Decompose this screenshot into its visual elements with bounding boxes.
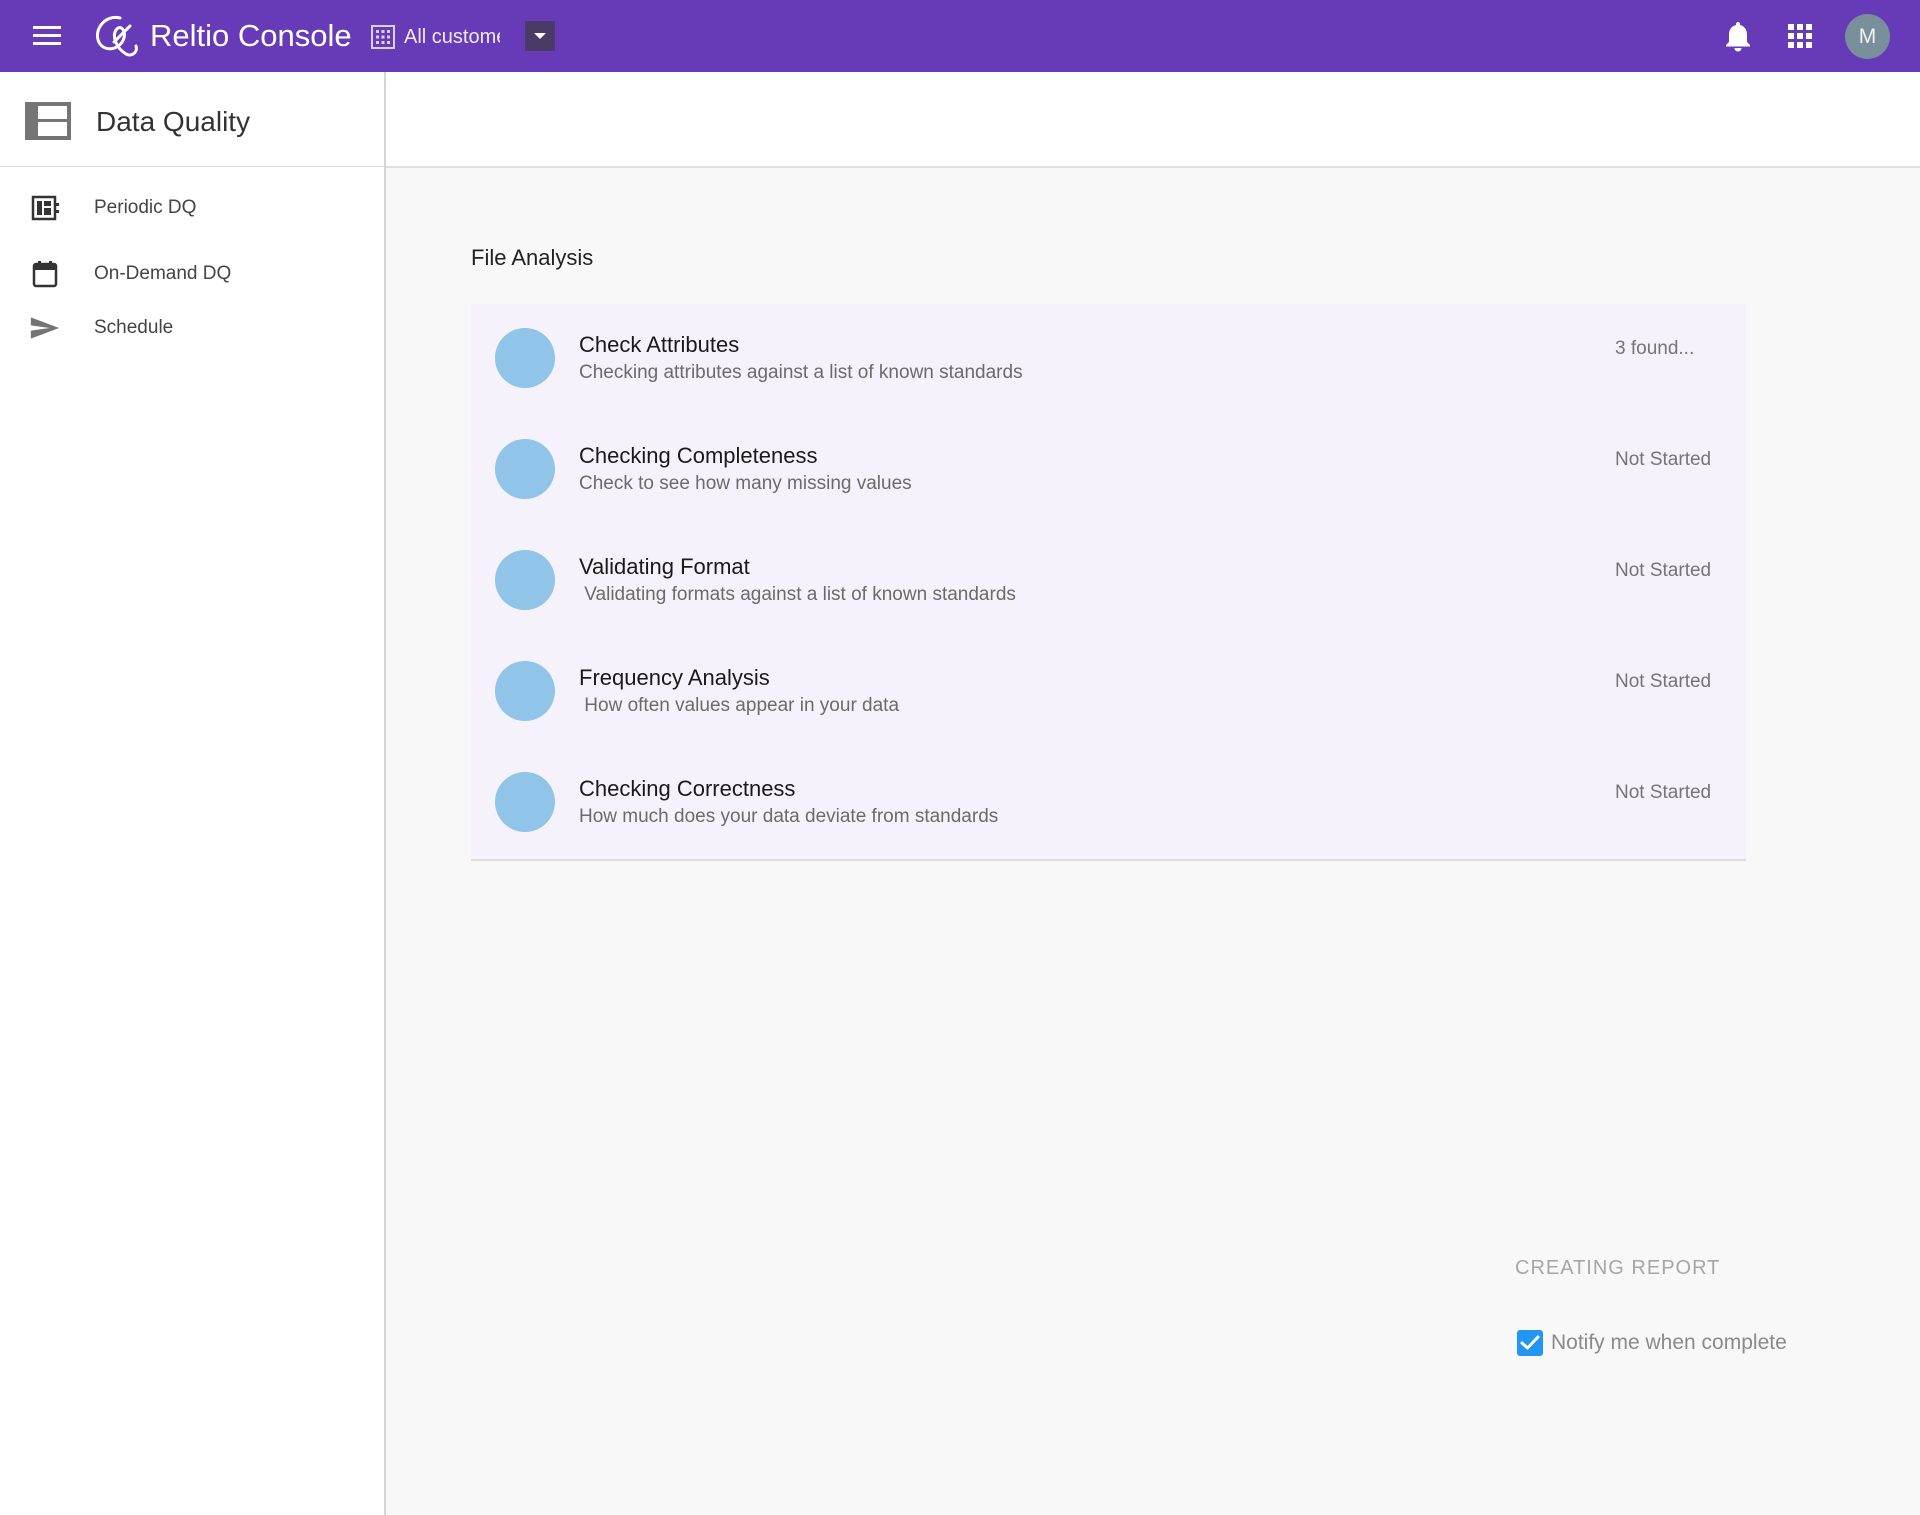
calendar-icon [30,259,60,289]
hamburger-menu-icon[interactable] [30,22,66,50]
analysis-step: Frequency Analysis How often values appe… [471,637,1746,748]
step-title: Check Attributes [579,332,740,357]
section-title: File Analysis [471,245,594,270]
dashboard-icon [30,193,60,223]
tenant-dropdown-button[interactable] [525,21,555,51]
step-description: Validating formats against a list of kno… [579,584,1016,605]
sidebar-title: Data Quality [96,106,251,137]
analysis-step: Checking Completeness Check to see how m… [471,415,1746,526]
data-quality-icon [25,102,71,140]
sidebar-item-label: Periodic DQ [94,197,197,218]
step-status: Not Started [1615,449,1712,470]
reltio-logo-icon [90,12,142,58]
step-title: Frequency Analysis [579,665,770,690]
notifications-bell-icon[interactable] [1720,18,1756,54]
report-status-text: CREATING REPORT [1515,1257,1721,1279]
main-header-bar [386,72,1920,168]
step-title: Checking Completeness [579,443,818,468]
sidebar: Data Quality Periodic DQ On-Demand DQ Sc… [0,72,386,1515]
step-title: Checking Correctness [579,776,796,801]
sidebar-header: Data Quality [0,72,384,167]
step-status: Not Started [1615,671,1712,692]
step-status: Not Started [1615,560,1712,581]
step-progress-indicator [495,439,555,499]
step-status: 3 found... [1615,338,1695,359]
analysis-steps-list: Check Attributes Checking attributes aga… [471,304,1746,861]
analysis-step: Checking Correctness How much does your … [471,748,1746,859]
step-progress-indicator [495,550,555,610]
send-icon [30,313,60,343]
app-title[interactable]: Reltio Console [150,16,352,56]
sidebar-item-on-demand-dq[interactable]: On-Demand DQ [0,249,384,299]
step-description: How much does your data deviate from sta… [579,806,999,827]
sidebar-item-label: On-Demand DQ [94,263,232,284]
step-description: How often values appear in your data [579,695,900,716]
building-icon [370,24,396,50]
top-app-bar: Reltio Console All customers M [0,0,1920,72]
step-title: Validating Format [579,554,750,579]
step-progress-indicator [495,661,555,721]
step-progress-indicator [495,328,555,388]
step-status: Not Started [1615,782,1712,803]
step-progress-indicator [495,772,555,832]
tenant-selector-label[interactable]: All customers [404,24,500,50]
analysis-step: Check Attributes Checking attributes aga… [471,304,1746,415]
apps-grid-icon[interactable] [1782,18,1818,54]
user-avatar[interactable]: M [1845,14,1890,59]
caret-down-icon [534,33,546,39]
notify-label[interactable]: Notify me when complete [1551,1330,1787,1356]
sidebar-item-periodic-dq[interactable]: Periodic DQ [0,183,384,233]
step-description: Check to see how many missing values [579,473,912,494]
checkbox-checked-icon[interactable] [1517,1330,1543,1356]
step-description: Checking attributes against a list of kn… [579,362,1023,383]
sidebar-item-schedule[interactable]: Schedule [0,303,384,353]
analysis-step: Validating Format Validating formats aga… [471,526,1746,637]
sidebar-item-label: Schedule [94,317,174,338]
